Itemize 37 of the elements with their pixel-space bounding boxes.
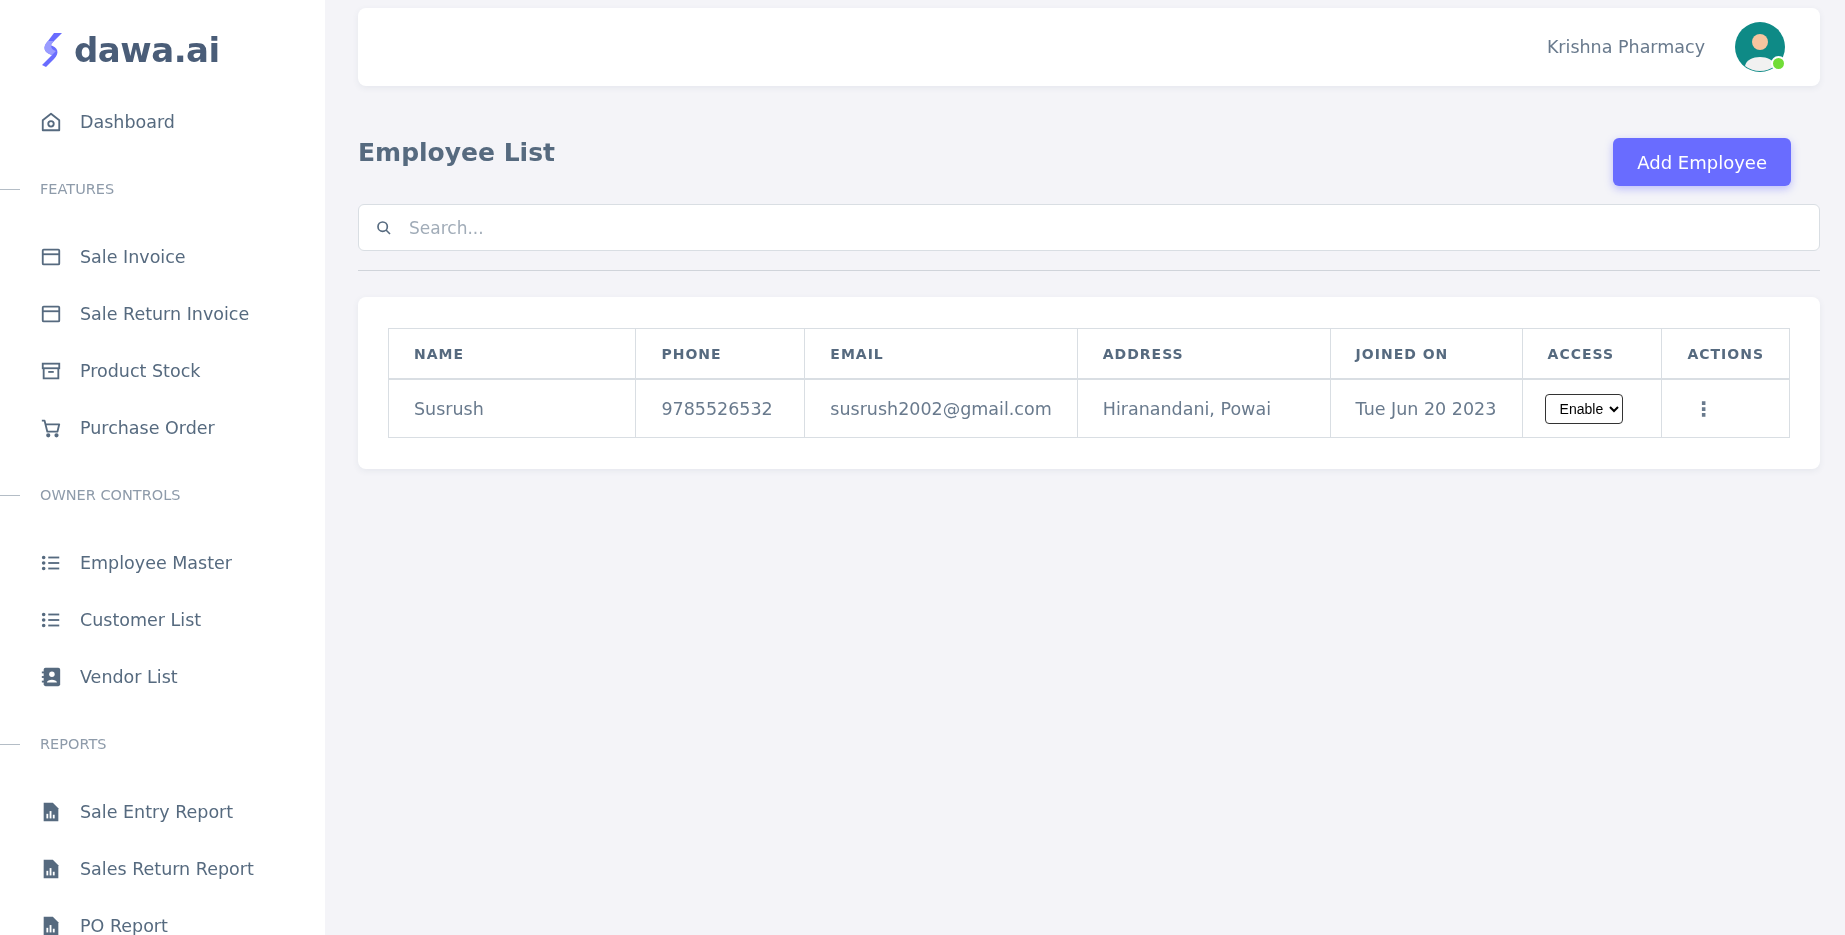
column-header: ACTIONS bbox=[1661, 328, 1790, 379]
table-cell: Susrush bbox=[388, 379, 636, 438]
sidebar-item[interactable]: Sale Entry Report bbox=[40, 783, 305, 840]
contact-book-icon bbox=[40, 665, 62, 688]
section-heading: FEATURES bbox=[40, 181, 115, 197]
table-cell: susrush2002@gmail.com bbox=[804, 379, 1078, 438]
sidebar-item[interactable]: Sale Return Invoice bbox=[40, 285, 305, 342]
logo-icon bbox=[40, 31, 64, 69]
avatar-icon[interactable] bbox=[1735, 22, 1785, 72]
section-heading: OWNER CONTROLS bbox=[40, 487, 181, 503]
column-header: JOINED ON bbox=[1330, 328, 1523, 379]
sidebar-item[interactable]: Sales Return Report bbox=[40, 840, 305, 897]
table-cell: Tue Jun 20 2023 bbox=[1330, 379, 1523, 438]
section-heading: REPORTS bbox=[40, 736, 107, 752]
page-title: Employee List bbox=[358, 138, 555, 167]
column-header: PHONE bbox=[635, 328, 805, 379]
access-dropdown[interactable]: Enable bbox=[1544, 393, 1623, 424]
search-field[interactable]: Search... bbox=[358, 204, 1820, 251]
add-employee-button[interactable]: Add Employee bbox=[1613, 138, 1791, 186]
more-actions-button[interactable]: ⋮ bbox=[1687, 396, 1720, 421]
sidebar-item[interactable]: Sale Invoice bbox=[40, 228, 305, 285]
home-icon bbox=[40, 110, 62, 133]
sidebar-item[interactable]: Customer List bbox=[40, 591, 305, 648]
column-header: ADDRESS bbox=[1077, 328, 1331, 379]
sidebar-item[interactable]: PO Report bbox=[40, 897, 305, 935]
store-name: Krishna Pharmacy bbox=[1546, 37, 1705, 57]
table-cell: Hiranandani, Powai bbox=[1077, 379, 1331, 438]
column-header: ACCESS bbox=[1522, 328, 1662, 379]
column-header: NAME bbox=[388, 328, 636, 379]
sidebar-item[interactable]: Employee Master bbox=[40, 534, 305, 591]
sidebar-item[interactable]: Dashboard bbox=[40, 93, 305, 150]
sidebar-item[interactable]: Vendor List bbox=[40, 648, 305, 705]
table-cell: 9785526532 bbox=[635, 379, 805, 438]
brand-name: dawa.ai bbox=[74, 30, 220, 70]
sidebar-item[interactable]: Purchase Order bbox=[40, 399, 305, 456]
column-header: EMAIL bbox=[804, 328, 1078, 379]
sidebar-item[interactable]: Product Stock bbox=[40, 342, 305, 399]
